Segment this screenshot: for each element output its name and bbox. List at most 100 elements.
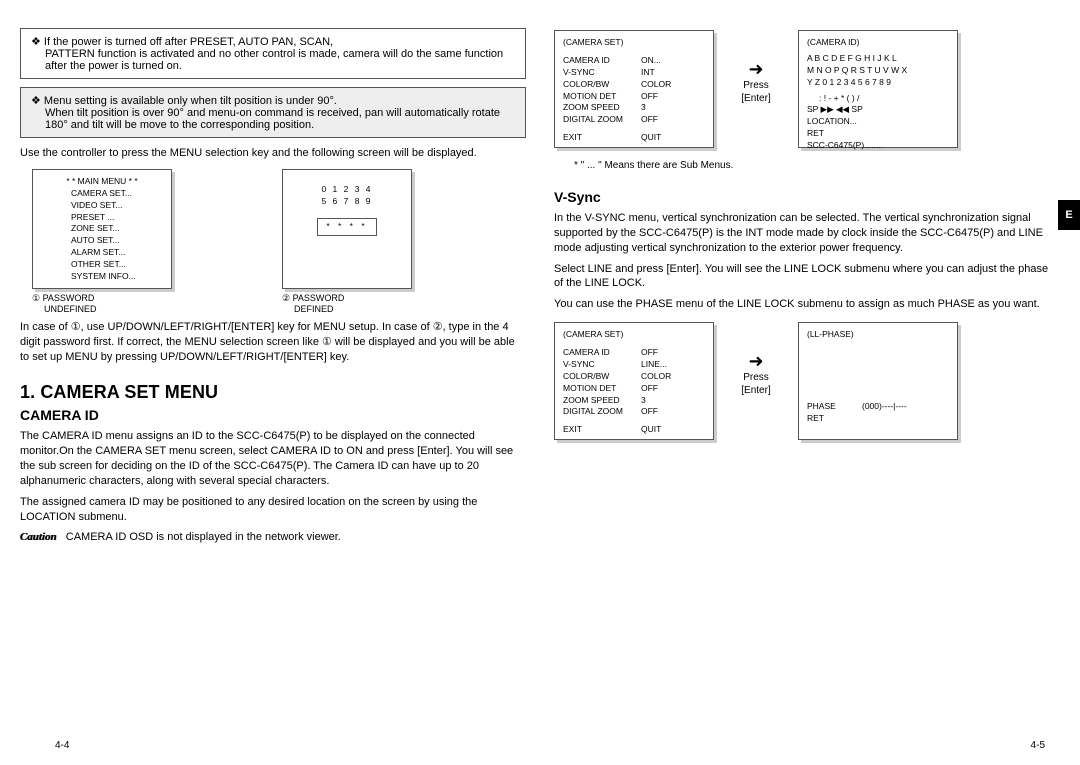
camid-l2: M N O P Q R S T U V W X (807, 65, 949, 77)
v: OFF (641, 406, 658, 418)
mainmenu-item: VIDEO SET... (71, 200, 163, 212)
mainmenu-item: AUTO SET... (71, 235, 163, 247)
arrow-right-icon: ➜ (748, 60, 763, 78)
page-number-left: 4-4 (55, 740, 69, 751)
mainmenu-title: * * MAIN MENU * * (41, 176, 163, 188)
left-page: ❖ If the power is turned off after PRESE… (20, 20, 526, 745)
tip-box-2: ❖ Menu setting is available only when ti… (20, 87, 526, 138)
camera-set-box-1: (CAMERA SET) CAMERA IDON... V-SYNCINT CO… (554, 30, 714, 148)
side-tab-label: E (1065, 209, 1072, 221)
camset-to-llphase-pair: (CAMERA SET) CAMERA IDOFF V-SYNCLINE... … (554, 322, 1060, 440)
cap-password-def-1: ② PASSWORD (282, 293, 412, 304)
enter-label: [Enter] (741, 385, 770, 396)
camid-l3: Y Z 0 1 2 3 4 5 6 7 8 9 (807, 77, 949, 89)
llphase-title: (LL-PHASE) (807, 329, 949, 341)
camset1-title: (CAMERA SET) (563, 37, 705, 49)
camset-to-camid-pair: (CAMERA SET) CAMERA IDON... V-SYNCINT CO… (554, 30, 1060, 148)
vsync-p1: In the V-SYNC menu, vertical synchroniza… (554, 211, 1060, 256)
arrow-press-enter-2: ➜ Press [Enter] (726, 322, 786, 396)
v: OFF (641, 383, 658, 395)
tip1-line1: ❖ If the power is turned off after PRESE… (31, 35, 515, 48)
camid-l8: SCC-C6475(P)........ (807, 140, 949, 152)
side-tab: E (1058, 200, 1080, 230)
k: COLOR/BW (563, 79, 641, 91)
press-label: Press (743, 372, 769, 383)
password-box-wrap: 0 1 2 3 4 5 6 7 8 9 * * * * ② PASSWORD D… (282, 169, 412, 314)
mainmenu-item: OTHER SET... (71, 259, 163, 271)
k: CAMERA ID (563, 55, 641, 67)
ll-phase-box: (LL-PHASE) PHASE(000)----|---- RET (798, 322, 958, 440)
pw-stars-box: * * * * (317, 218, 377, 236)
enter-label: [Enter] (741, 93, 770, 104)
v: COLOR (641, 371, 671, 383)
camera-id-para-b: The assigned camera ID may be positioned… (20, 495, 526, 525)
vsync-p3: You can use the PHASE menu of the LINE L… (554, 297, 1060, 312)
tip-1: ❖ If the power is turned off after PRESE… (31, 35, 515, 72)
vsync-p2: Select LINE and press [Enter]. You will … (554, 262, 1060, 292)
camera-id-edit-box: (CAMERA ID) A B C D E F G H I J K L M N … (798, 30, 958, 148)
camid-l4: : ! - + * ( ) / (807, 93, 949, 105)
k: DIGITAL ZOOM (563, 406, 641, 418)
camera-set-menu-heading: 1. CAMERA SET MENU (20, 382, 526, 403)
press-label: Press (743, 80, 769, 91)
arrow-right-icon: ➜ (748, 352, 763, 370)
menu-boxes-pair: * * MAIN MENU * * CAMERA SET... VIDEO SE… (32, 169, 526, 314)
tip2-line2: When tilt position is over 90° and menu-… (31, 107, 515, 131)
camid-l6: LOCATION... (807, 116, 949, 128)
k: EXIT (563, 132, 641, 144)
v: QUIT (641, 424, 661, 436)
k: ZOOM SPEED (563, 395, 641, 407)
mainmenu-item: SYSTEM INFO... (71, 271, 163, 283)
password-box: 0 1 2 3 4 5 6 7 8 9 * * * * (282, 169, 412, 289)
v: COLOR (641, 79, 671, 91)
arrow-press-enter-1: ➜ Press [Enter] (726, 30, 786, 104)
submenu-note: * " ... " Means there are Sub Menus. (574, 160, 1060, 171)
v: OFF (641, 91, 658, 103)
v: (000)----|---- (862, 401, 907, 413)
use-controller-para: Use the controller to press the MENU sel… (20, 146, 526, 161)
mainmenu-item: PRESET ... (71, 212, 163, 224)
caution-text: CAMERA ID OSD is not displayed in the ne… (66, 531, 341, 543)
mainmenu-item: ZONE SET... (71, 223, 163, 235)
camid-l1: A B C D E F G H I J K L (807, 53, 949, 65)
v: 3 (641, 395, 646, 407)
camera-set-box-2: (CAMERA SET) CAMERA IDOFF V-SYNCLINE... … (554, 322, 714, 440)
v: OFF (641, 347, 658, 359)
v: INT (641, 67, 655, 79)
k: MOTION DET (563, 383, 641, 395)
k: CAMERA ID (563, 347, 641, 359)
camera-id-subheading: CAMERA ID (20, 407, 526, 423)
camid-l7: RET (807, 128, 949, 140)
tip-2: ❖ Menu setting is available only when ti… (31, 94, 515, 131)
v: 3 (641, 102, 646, 114)
caution-label: Caution (20, 531, 57, 543)
tip2-line1: ❖ Menu setting is available only when ti… (31, 94, 515, 107)
main-menu-box: * * MAIN MENU * * CAMERA SET... VIDEO SE… (32, 169, 172, 289)
v: ON... (641, 55, 661, 67)
k: EXIT (563, 424, 641, 436)
camid-l5: SP ▶▶ ◀◀ SP (807, 104, 949, 116)
menu-nav-para: In case of ①, use UP/DOWN/LEFT/RIGHT/[EN… (20, 320, 526, 365)
k: PHASE (807, 401, 862, 413)
caution-block: Caution CAMERA ID OSD is not displayed i… (20, 530, 526, 545)
vsync-heading: V-Sync (554, 189, 1060, 205)
cap-password-undef-1: ① PASSWORD (32, 293, 172, 304)
tip1-line2: PATTERN function is activated and no oth… (31, 48, 515, 72)
pw-row1: 0 1 2 3 4 (291, 184, 403, 196)
k: ZOOM SPEED (563, 102, 641, 114)
k: MOTION DET (563, 91, 641, 103)
pw-row2: 5 6 7 8 9 (291, 196, 403, 208)
v: QUIT (641, 132, 661, 144)
cap-password-undef-2: UNDEFINED (32, 304, 172, 314)
llphase-ret: RET (807, 413, 949, 425)
page-number-right: 4-5 (1031, 740, 1045, 751)
cap-password-def-2: DEFINED (282, 304, 412, 314)
mainmenu-wrap: * * MAIN MENU * * CAMERA SET... VIDEO SE… (32, 169, 172, 314)
v: OFF (641, 114, 658, 126)
mainmenu-item: ALARM SET... (71, 247, 163, 259)
right-page: (CAMERA SET) CAMERA IDON... V-SYNCINT CO… (554, 20, 1060, 745)
k: V-SYNC (563, 67, 641, 79)
k: COLOR/BW (563, 371, 641, 383)
k: V-SYNC (563, 359, 641, 371)
camera-id-para: The CAMERA ID menu assigns an ID to the … (20, 429, 526, 488)
